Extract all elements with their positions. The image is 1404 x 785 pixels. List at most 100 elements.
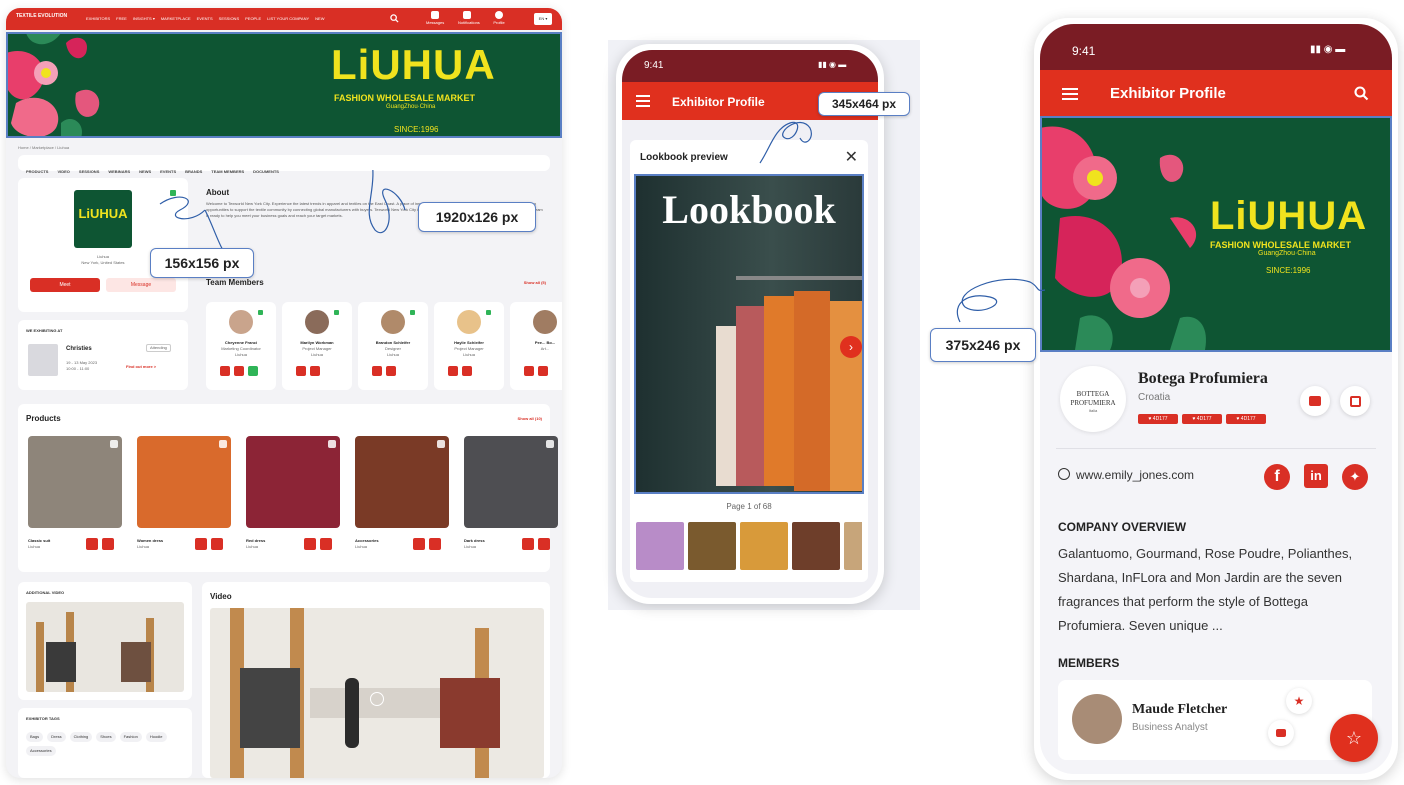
website-link[interactable]: www.emily_jones.com	[1076, 468, 1194, 482]
language-select[interactable]: EN ▾	[534, 13, 552, 25]
facebook-icon[interactable]: f	[1264, 464, 1290, 490]
menu-icon[interactable]	[636, 95, 650, 107]
linkedin-icon[interactable]: in	[1304, 464, 1328, 488]
tag-chip[interactable]: Dress	[47, 732, 66, 742]
member-role: Business Analyst	[1132, 722, 1208, 733]
products-show-all[interactable]: Show all (10)	[518, 416, 542, 422]
message-icon[interactable]	[538, 538, 550, 550]
message-icon[interactable]	[234, 366, 244, 376]
menu-item-insights[interactable]: INSIGHTS ▾	[133, 16, 155, 21]
search-icon[interactable]	[390, 14, 399, 23]
team-member-card[interactable]: Haylie Schleifer Project Manager Liuhua	[434, 302, 504, 390]
menu-item-marketplace[interactable]: MARKETPLACE	[161, 16, 191, 21]
message-icon[interactable]	[102, 538, 114, 550]
calendar-icon[interactable]	[524, 366, 534, 376]
booth-chip: ♥ 4D177	[1226, 414, 1266, 424]
tag-chip[interactable]: Fashion	[119, 732, 142, 742]
team-member-card[interactable]: Marilyn Workman Project Manager Liuhua	[282, 302, 352, 390]
play-icon[interactable]	[370, 692, 384, 706]
product-card[interactable]: Red dress Liuhua	[244, 434, 344, 564]
messages-button[interactable]: Messages	[426, 11, 444, 26]
message-icon[interactable]	[320, 538, 332, 550]
meet-button[interactable]: Meet	[30, 278, 100, 292]
favorite-icon[interactable]	[437, 440, 445, 448]
breadcrumb[interactable]: Home / Marketplace / Liuhua	[18, 145, 69, 150]
site-logo[interactable]: TEXTILE EVOLUTION	[16, 13, 76, 19]
favorite-icon[interactable]	[219, 440, 227, 448]
menu-item-list-company[interactable]: LIST YOUR COMPANY	[267, 16, 309, 21]
notifications-button[interactable]: Notifications	[458, 11, 480, 26]
team-member-card[interactable]: Brandon Schleifer Designer Liuhua	[358, 302, 428, 390]
menu-item-exhibitors[interactable]: EXHIBITORS	[86, 16, 110, 21]
calendar-icon[interactable]	[86, 538, 98, 550]
booth-chip: ♥ 4D177	[1182, 414, 1222, 424]
calendar-button[interactable]	[1340, 386, 1370, 416]
additional-video-card: ADDITIONAL VIDEO	[18, 582, 192, 700]
message-icon	[431, 11, 439, 19]
member-favorite-button[interactable]: ★	[1286, 688, 1312, 714]
favorite-icon[interactable]	[546, 440, 554, 448]
video-player[interactable]	[210, 608, 544, 778]
tag-chip[interactable]: Hoodie	[145, 732, 167, 742]
favorite-icon[interactable]	[110, 440, 118, 448]
team-show-all[interactable]: Show all (5)	[524, 280, 546, 286]
calendar-icon[interactable]	[413, 538, 425, 550]
product-card[interactable]: Women dress Liuhua	[135, 434, 235, 564]
calendar-icon[interactable]	[220, 366, 230, 376]
additional-video-player[interactable]	[26, 602, 184, 692]
lookbook-thumbnail[interactable]	[740, 522, 788, 570]
tag-chip[interactable]: Clothing	[69, 732, 93, 742]
annotation-scribble-lookbook	[759, 121, 812, 164]
message-icon[interactable]	[462, 366, 472, 376]
message-icon[interactable]	[211, 538, 223, 550]
product-image	[137, 436, 231, 528]
menu-item-new[interactable]: NEW	[315, 16, 324, 21]
product-card[interactable]: Accessories Liuhua	[353, 434, 453, 564]
menu-item-sessions[interactable]: SESSIONS	[219, 16, 239, 21]
chat-button[interactable]	[1300, 386, 1330, 416]
lookbook-thumbnail[interactable]	[688, 522, 736, 570]
message-icon[interactable]	[310, 366, 320, 376]
tab-video[interactable]: VIDEO	[57, 169, 69, 174]
product-card[interactable]: Dark dress Liuhua	[462, 434, 562, 564]
calendar-icon[interactable]	[195, 538, 207, 550]
team-member-card[interactable]: Pee... Bo... Art...	[510, 302, 562, 390]
menu-item-free[interactable]: FREE	[116, 16, 127, 21]
profile-button[interactable]: Profile	[490, 11, 508, 26]
tag-chip[interactable]: Bags	[26, 732, 44, 742]
calendar-icon[interactable]	[296, 366, 306, 376]
message-icon[interactable]	[386, 366, 396, 376]
calendar-icon[interactable]	[372, 366, 382, 376]
favorite-icon[interactable]	[328, 440, 336, 448]
product-company: Liuhua	[464, 544, 477, 549]
tag-chip[interactable]: Shoes	[96, 732, 116, 742]
menu-item-people[interactable]: PEOPLE	[245, 16, 261, 21]
avatar	[381, 310, 405, 334]
team-member-card[interactable]: Cheyenne Franci Marketing Coordinator Li…	[206, 302, 276, 390]
products-title: Products	[26, 414, 61, 423]
member-card[interactable]: Maude Fletcher Business Analyst ★	[1058, 680, 1372, 760]
tag-chip[interactable]: Accessories	[26, 746, 56, 756]
tab-sessions[interactable]: SESSIONS	[79, 169, 99, 174]
tab-products[interactable]: PRODUCTS	[26, 169, 48, 174]
favorite-fab[interactable]: ☆	[1330, 714, 1378, 762]
calendar-icon[interactable]	[304, 538, 316, 550]
lookbook-thumbnail[interactable]	[792, 522, 840, 570]
online-indicator	[486, 310, 491, 315]
lookbook-thumbnail[interactable]	[844, 522, 862, 570]
message-icon[interactable]	[429, 538, 441, 550]
menu-icon[interactable]	[1062, 88, 1078, 100]
page-root: TEXTILE EVOLUTION EXHIBITORS FREE INSIGH…	[0, 0, 1404, 785]
calendar-icon[interactable]	[522, 538, 534, 550]
twitter-icon[interactable]: ✦	[1342, 464, 1368, 490]
lookbook-thumbnail[interactable]	[636, 522, 684, 570]
search-icon[interactable]	[1354, 86, 1369, 101]
message-button[interactable]: Message	[106, 278, 176, 292]
menu-item-events[interactable]: EVENTS	[197, 16, 213, 21]
message-icon[interactable]	[538, 366, 548, 376]
product-card[interactable]: Classic suit Liuhua	[26, 434, 126, 564]
calendar-icon[interactable]	[448, 366, 458, 376]
find-out-more-link[interactable]: Find out more >	[126, 364, 156, 370]
meet-icon[interactable]	[248, 366, 258, 376]
member-chat-button[interactable]	[1268, 720, 1294, 746]
